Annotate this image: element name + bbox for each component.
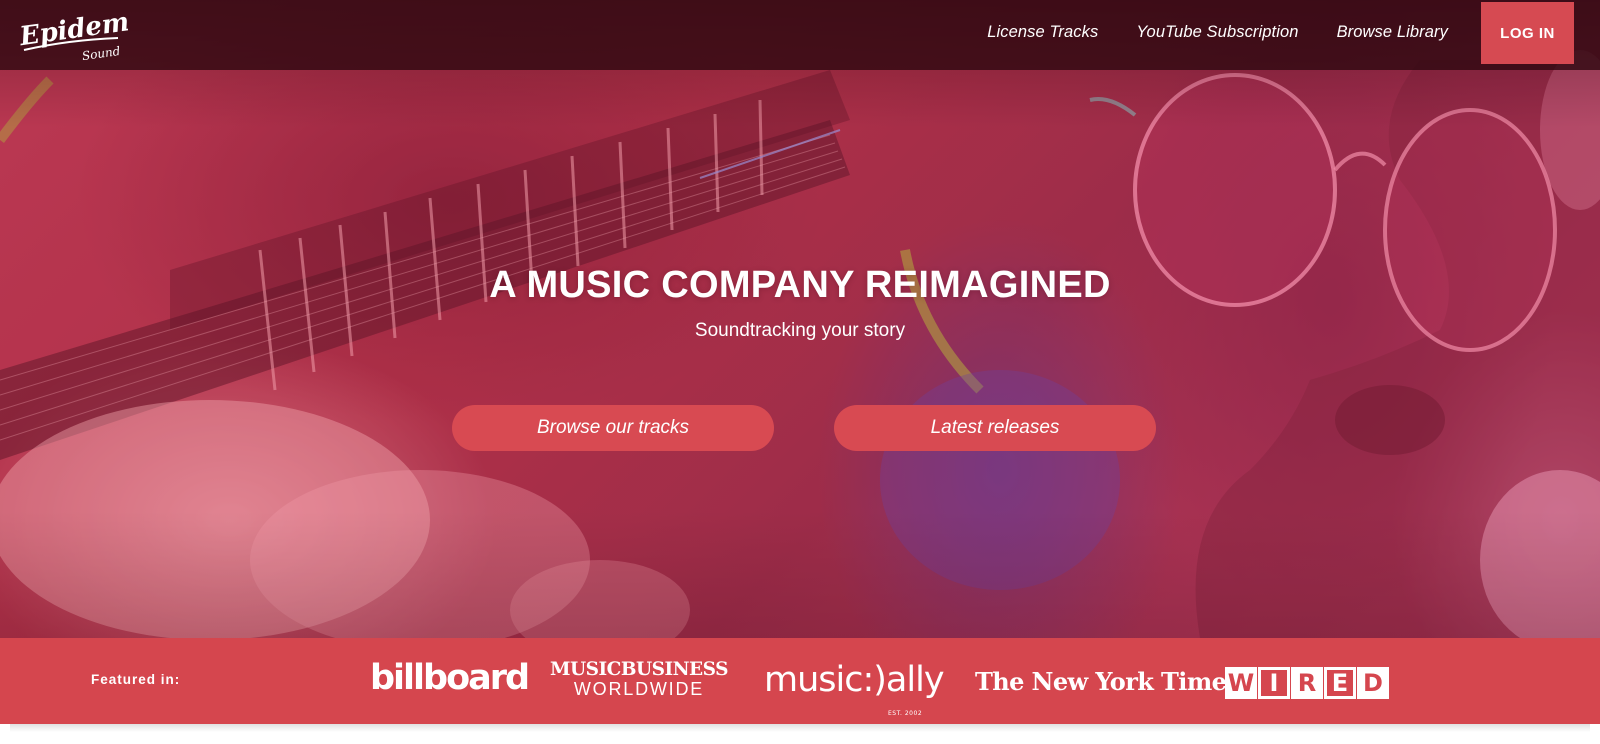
hero-headline: A MUSIC COMPANY REIMAGINED: [489, 264, 1111, 306]
nav-youtube-subscription[interactable]: YouTube Subscription: [1136, 23, 1298, 42]
top-navbar: Epidemic Sound License Tracks YouTube Su…: [0, 0, 1600, 70]
epidemic-sound-logo[interactable]: Epidemic Sound: [18, 10, 128, 62]
musically-logo: music:)ally EST. 2002: [764, 660, 945, 717]
page: A MUSIC COMPANY REIMAGINED Soundtracking…: [0, 0, 1600, 744]
content-shadow: [10, 724, 1590, 732]
wired-logo: W I R E D: [1225, 667, 1389, 699]
hero-vignette-overlay: [0, 0, 1600, 638]
latest-releases-button[interactable]: Latest releases: [834, 405, 1156, 451]
browse-tracks-button[interactable]: Browse our tracks: [452, 405, 774, 451]
featured-in-bar: Featured in: billboard MUSICBUSINESS WOR…: [0, 638, 1600, 724]
nav-browse-library[interactable]: Browse Library: [1337, 23, 1448, 42]
wired-letter: D: [1357, 667, 1389, 699]
wired-letter: W: [1225, 667, 1257, 699]
mbw-logo-top: MUSICBUSINESS: [550, 659, 728, 680]
wired-letter: I: [1258, 667, 1290, 699]
mbw-logo-bottom: WORLDWIDE: [573, 679, 705, 699]
musically-logo-text: music:)ally: [764, 660, 945, 700]
hero-section: A MUSIC COMPANY REIMAGINED Soundtracking…: [0, 0, 1600, 638]
billboard-logo: billboard: [370, 658, 530, 698]
wired-letter: E: [1324, 667, 1356, 699]
login-button[interactable]: LOG IN: [1481, 2, 1574, 64]
nav-links: License Tracks YouTube Subscription Brow…: [987, 0, 1448, 64]
wired-letter: R: [1291, 667, 1323, 699]
hero-subheadline: Soundtracking your story: [694, 320, 906, 341]
nav-license-tracks[interactable]: License Tracks: [987, 23, 1098, 42]
featured-label: Featured in:: [91, 672, 181, 687]
svg-text:Sound: Sound: [81, 44, 121, 62]
new-york-times-logo: The New York Times: [975, 667, 1240, 696]
music-business-worldwide-logo: MUSICBUSINESS WORLDWIDE: [541, 660, 737, 699]
